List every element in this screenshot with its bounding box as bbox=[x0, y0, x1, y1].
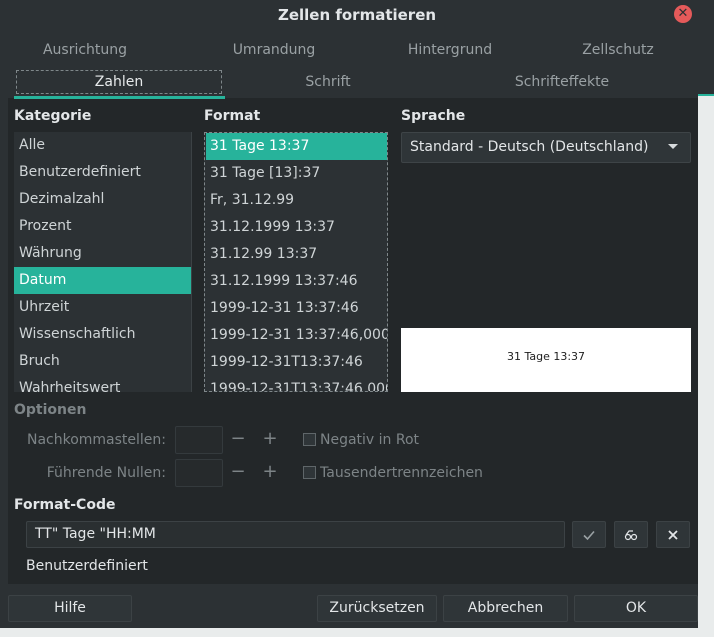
category-list[interactable]: Alle Benutzerdefiniert Dezimalzahl Proze… bbox=[14, 132, 192, 392]
category-item-bruch[interactable]: Bruch bbox=[14, 348, 191, 375]
format-label: Format bbox=[204, 108, 261, 124]
reset-button[interactable]: Zurücksetzen bbox=[317, 595, 437, 622]
accept-format-button[interactable] bbox=[572, 521, 606, 548]
minus-icon: − bbox=[230, 461, 246, 482]
leading-zeros-input[interactable] bbox=[175, 459, 223, 487]
comment-icon bbox=[624, 529, 638, 540]
category-item-prozent[interactable]: Prozent bbox=[14, 213, 191, 240]
negative-red-checkbox[interactable] bbox=[303, 433, 316, 446]
format-type-label: Benutzerdefiniert bbox=[26, 558, 148, 574]
category-label: Kategorie bbox=[14, 108, 92, 124]
format-item[interactable]: 31 Tage 13:37 bbox=[206, 133, 387, 160]
format-item[interactable]: 31.12.99 13:37 bbox=[206, 241, 387, 268]
tab-umrandung[interactable]: Umrandung bbox=[224, 40, 324, 60]
category-item-wissenschaftlich[interactable]: Wissenschaftlich bbox=[14, 321, 191, 348]
comment-format-button[interactable] bbox=[614, 521, 648, 548]
tab-zahlen[interactable]: Zahlen bbox=[16, 70, 222, 94]
format-code-label: Format-Code bbox=[14, 497, 116, 513]
plus-icon: + bbox=[262, 461, 278, 482]
close-icon: ✕ bbox=[677, 6, 689, 21]
tab-schrifteffekte[interactable]: Schrifteffekte bbox=[500, 72, 624, 92]
negative-red-label: Negativ in Rot bbox=[320, 432, 420, 448]
tab-hintergrund[interactable]: Hintergrund bbox=[400, 40, 500, 60]
leading-zeros-decrement-button[interactable]: − bbox=[223, 459, 253, 487]
checkmark-icon bbox=[583, 530, 595, 540]
chevron-down-icon bbox=[668, 144, 678, 149]
category-item-waehrung[interactable]: Währung bbox=[14, 240, 191, 267]
ok-button[interactable]: OK bbox=[574, 595, 698, 622]
format-code-input[interactable]: TT" Tage "HH:MM bbox=[26, 521, 565, 548]
delete-format-button[interactable] bbox=[656, 521, 690, 548]
background-sheet bbox=[698, 94, 714, 637]
help-button[interactable]: Hilfe bbox=[8, 595, 132, 622]
decimals-increment-button[interactable]: + bbox=[255, 426, 285, 454]
format-item[interactable]: Fr, 31.12.99 bbox=[206, 187, 387, 214]
format-item[interactable]: 31 Tage [13]:37 bbox=[206, 160, 387, 187]
cancel-button[interactable]: Abbrechen bbox=[443, 595, 568, 622]
category-item-dezimalzahl[interactable]: Dezimalzahl bbox=[14, 186, 191, 213]
format-item[interactable]: 1999-12-31 13:37:46 bbox=[206, 295, 387, 322]
category-item-wahrheitswert[interactable]: Wahrheitswert bbox=[14, 375, 191, 392]
category-item-datum[interactable]: Datum bbox=[14, 267, 191, 294]
thousands-separator-label: Tausendertrennzeichen bbox=[320, 465, 483, 481]
category-item-uhrzeit[interactable]: Uhrzeit bbox=[14, 294, 191, 321]
format-item[interactable]: 1999-12-31T13:37:46 bbox=[206, 349, 387, 376]
background-sheet-accent bbox=[698, 94, 714, 96]
decimals-label: Nachkommastellen: bbox=[26, 432, 166, 448]
leading-zeros-increment-button[interactable]: + bbox=[255, 459, 285, 487]
tab-ausrichtung[interactable]: Ausrichtung bbox=[40, 40, 130, 60]
category-item-benutzerdefiniert[interactable]: Benutzerdefiniert bbox=[14, 159, 191, 186]
format-list[interactable]: 31 Tage 13:37 31 Tage [13]:37 Fr, 31.12.… bbox=[204, 132, 388, 392]
category-item-alle[interactable]: Alle bbox=[14, 132, 191, 159]
decimals-decrement-button[interactable]: − bbox=[223, 426, 253, 454]
window-title: Zellen formatieren bbox=[277, 6, 437, 24]
format-item[interactable]: 1999-12-31 13:37:46,000 bbox=[206, 322, 387, 349]
format-item[interactable]: 31.12.1999 13:37:46 bbox=[206, 268, 387, 295]
delete-icon bbox=[668, 529, 678, 540]
format-item[interactable]: 31.12.1999 13:37 bbox=[206, 214, 387, 241]
background-sheet-bottom bbox=[0, 628, 698, 637]
active-tab-indicator bbox=[14, 96, 225, 99]
leading-zeros-label: Führende Nullen: bbox=[46, 465, 166, 481]
tab-schrift[interactable]: Schrift bbox=[288, 72, 368, 92]
plus-icon: + bbox=[262, 428, 278, 449]
preview-text: 31 Tage 13:37 bbox=[506, 350, 586, 363]
options-label: Optionen bbox=[14, 402, 87, 418]
decimals-input[interactable] bbox=[175, 426, 223, 454]
language-label: Sprache bbox=[401, 108, 466, 124]
thousands-separator-checkbox[interactable] bbox=[303, 466, 316, 479]
close-button[interactable]: ✕ bbox=[674, 5, 692, 23]
format-item[interactable]: 1999-12-31T13:37:46,000 bbox=[206, 376, 387, 391]
minus-icon: − bbox=[230, 428, 246, 449]
language-select[interactable]: Standard - Deutsch (Deutschland) bbox=[401, 132, 691, 163]
tab-zellschutz[interactable]: Zellschutz bbox=[574, 40, 662, 60]
